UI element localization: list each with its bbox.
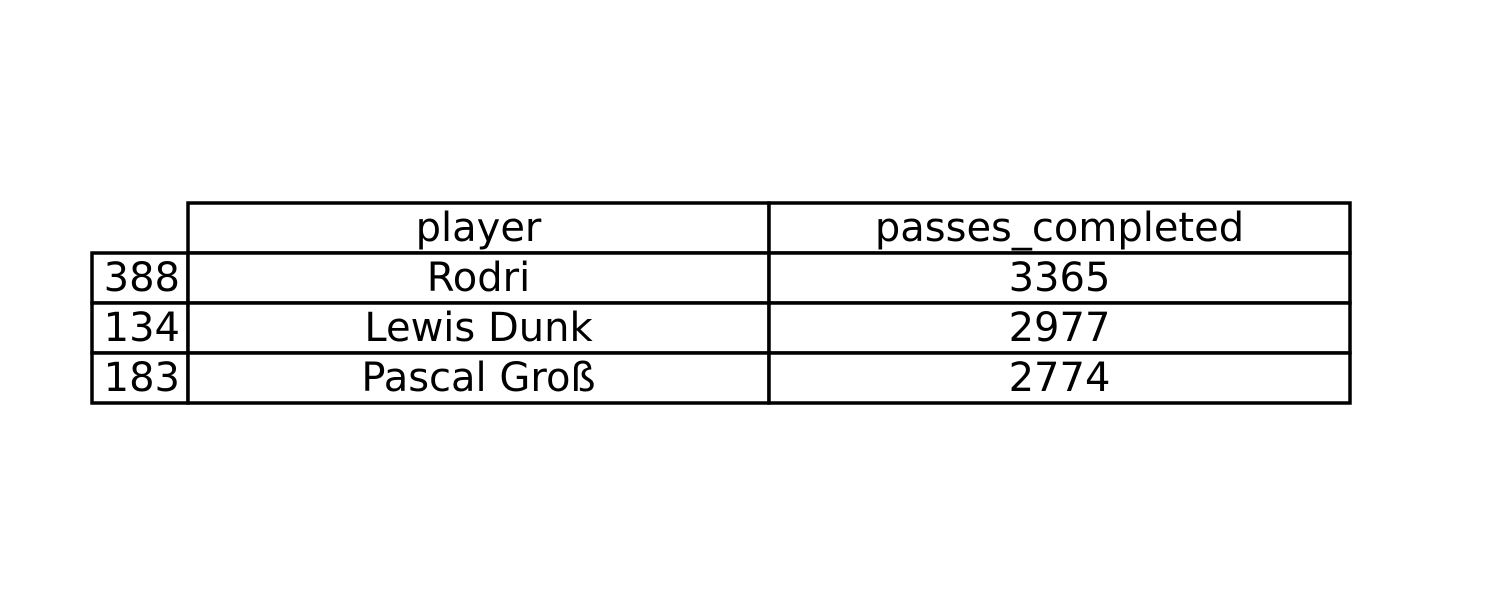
table-cell-passes_completed: 3365 [1009, 255, 1111, 301]
row-index-label: 134 [104, 305, 180, 351]
data-table: player passes_completed 388 Rodri 3365 134 Lew… [90, 201, 1352, 405]
table-cell-player: Lewis Dunk [364, 305, 593, 351]
table-cell-player: Pascal Groß [361, 355, 595, 401]
row-index-label: 183 [104, 355, 180, 401]
column-header-player: player [416, 205, 542, 251]
table-cell-passes_completed: 2977 [1009, 305, 1111, 351]
column-header-passes_completed: passes_completed [875, 205, 1244, 251]
row-index-label: 388 [104, 255, 180, 301]
table-cell-player: Rodri [427, 255, 530, 301]
table-cell-passes_completed: 2774 [1009, 355, 1111, 401]
